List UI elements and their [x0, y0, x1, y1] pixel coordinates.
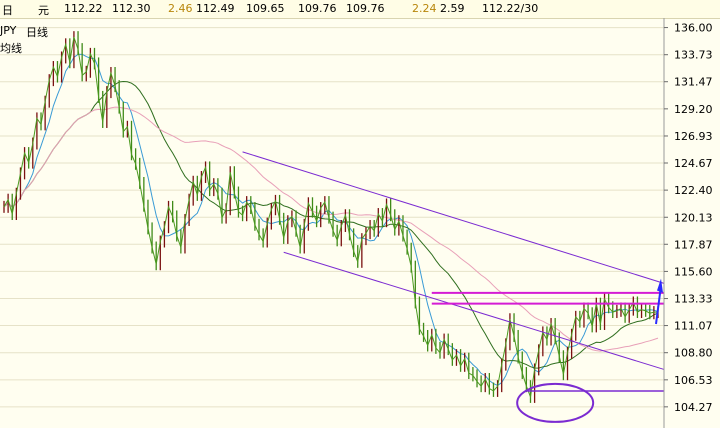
symbol-label: JPY — [0, 24, 17, 37]
change-value: 2.46 — [168, 2, 193, 15]
y-tick-label: 122.40 — [674, 184, 713, 197]
candlestick-chart[interactable]: 136.00 133.73 131.47 129.20 126.93 124.67 122.… — [0, 18, 720, 428]
bottom-circle — [516, 382, 595, 423]
y-tick-label: 117.87 — [674, 238, 713, 251]
period-type-label: 日线 — [26, 26, 48, 39]
price-axis: 136.00 133.73 131.47 129.20 126.93 124.67 122.… — [663, 18, 713, 428]
price-grid — [0, 27, 664, 408]
ma-long-line — [3, 106, 659, 352]
y-tick-label: 131.47 — [674, 76, 713, 89]
trend-annotations — [242, 151, 665, 423]
y-tick-label: 106.53 — [674, 374, 713, 387]
quote-toolbar: 日 元 112.22 112.30 2.46 112.49 109.65 109… — [0, 0, 720, 19]
period-label: 日 — [2, 4, 13, 17]
value-1: 112.49 — [196, 2, 235, 15]
range-value: 112.22/30 — [482, 2, 539, 15]
change-value-2: 2.24 — [412, 2, 437, 15]
value-5: 2.59 — [440, 2, 465, 15]
channel-lower-line — [283, 251, 665, 370]
y-tick-label: 111.07 — [674, 320, 713, 333]
y-tick-label: 133.73 — [674, 49, 713, 62]
y-tick-label: 108.80 — [674, 347, 713, 360]
y-tick-label: 113.33 — [674, 293, 713, 306]
currency-label: 元 — [38, 4, 49, 17]
y-tick-label: 126.93 — [674, 130, 713, 143]
y-tick-label: 104.27 — [674, 401, 713, 414]
y-tick-label: 129.20 — [674, 103, 713, 116]
y-tick-label: 124.67 — [674, 157, 713, 170]
y-tick-label: 136.00 — [674, 22, 713, 35]
value-4: 109.76 — [346, 2, 385, 15]
indicator-label: 均线 — [0, 42, 22, 55]
open-value: 112.22 — [64, 2, 103, 15]
chart-window: 日 元 112.22 112.30 2.46 112.49 109.65 109… — [0, 0, 720, 428]
y-tick-label: 115.60 — [674, 265, 713, 278]
value-2: 109.65 — [246, 2, 285, 15]
value-3: 109.76 — [298, 2, 337, 15]
y-tick-label: 120.13 — [674, 211, 713, 224]
arrow-head-icon — [657, 278, 663, 293]
high-value: 112.30 — [112, 2, 151, 15]
